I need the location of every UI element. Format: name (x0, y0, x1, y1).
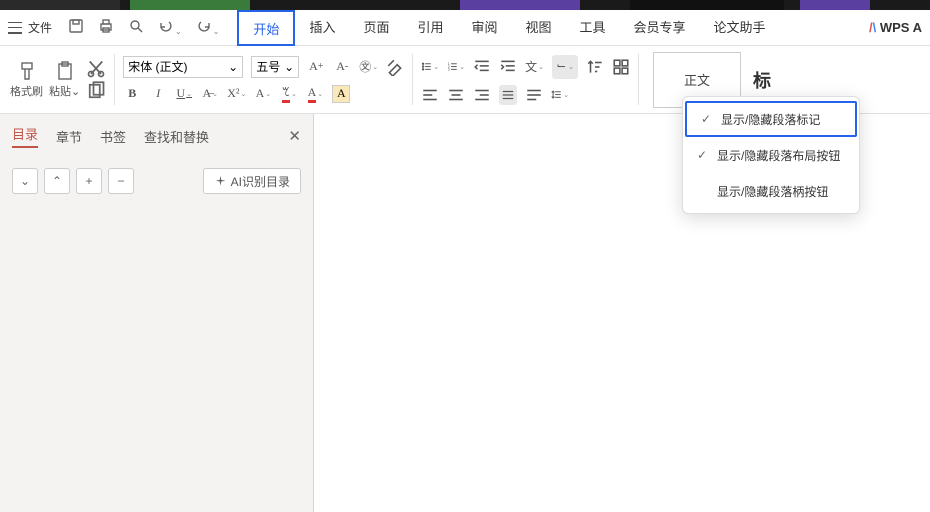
number-list-icon[interactable]: 123⌄ (447, 57, 465, 77)
title-bar-dark (0, 0, 930, 10)
ai-toc-button[interactable]: AI识别目录 (203, 168, 301, 194)
side-tab-chapter[interactable]: 章节 (56, 127, 82, 146)
tab-start[interactable]: 开始 (237, 10, 295, 46)
italic-icon[interactable]: I (149, 84, 167, 104)
wps-ai-label[interactable]: /\ WPS A (869, 20, 922, 35)
app-menu-icon[interactable] (8, 22, 22, 34)
navigation-panel: 目录 章节 书签 查找和替换 ✕ ⌄ ⌃ + − AI识别目录 (0, 114, 314, 512)
paste-button[interactable]: 粘贴⌄ (49, 61, 80, 99)
sort-icon[interactable] (586, 57, 604, 77)
tab-reference[interactable]: 引用 (403, 10, 457, 46)
chevron-down-icon: ⌄ (228, 60, 238, 74)
svg-text:3: 3 (448, 68, 450, 72)
tab-review[interactable]: 审阅 (457, 10, 511, 46)
superscript-icon[interactable]: X²⌄ (227, 84, 246, 104)
side-tab-bookmark[interactable]: 书签 (100, 127, 126, 146)
print-icon[interactable] (98, 18, 114, 37)
font-size-value: 五号 (256, 58, 280, 75)
line-spacing-icon[interactable]: ⌄ (551, 85, 569, 105)
save-icon[interactable] (68, 18, 84, 37)
phonetic-guide-icon[interactable]: ㉆⌄ (359, 57, 378, 77)
chevron-down-icon: ⌄ (20, 174, 30, 188)
decrease-indent-icon[interactable] (473, 57, 491, 77)
bold-icon[interactable]: B (123, 84, 141, 104)
add-button[interactable]: + (76, 168, 102, 194)
copy-icon[interactable] (86, 81, 106, 101)
format-brush-button[interactable]: 格式刷 (10, 61, 43, 99)
strikethrough-icon[interactable]: A̶⌄ (201, 84, 219, 104)
paragraph-mark-dropdown: ✓ 显示/隐藏段落标记 ✓ 显示/隐藏段落布局按钮 显示/隐藏段落柄按钮 (682, 96, 860, 214)
clear-format-icon[interactable] (386, 57, 404, 77)
tab-member[interactable]: 会员专享 (620, 10, 700, 46)
align-left-icon[interactable] (421, 85, 439, 105)
sparkle-icon (214, 175, 227, 188)
char-shading-icon[interactable]: A (332, 85, 350, 103)
distribute-icon[interactable] (525, 85, 543, 105)
text-effect-icon[interactable]: A⌄ (254, 84, 272, 104)
tab-page[interactable]: 页面 (349, 10, 403, 46)
undo-icon[interactable]: ⌄ (158, 18, 182, 37)
style-title[interactable]: 标 (753, 67, 771, 93)
paste-label: 粘贴⌄ (49, 83, 80, 99)
align-justify-icon[interactable] (499, 85, 517, 105)
font-name-value: 宋体 (正文) (128, 58, 187, 75)
dd-item-show-hide-handle[interactable]: 显示/隐藏段落柄按钮 (683, 173, 859, 209)
check-icon: ✓ (695, 148, 709, 162)
cut-icon[interactable] (86, 59, 106, 79)
underline-icon[interactable]: U⌄ (175, 84, 193, 104)
dd-item-label: 显示/隐藏段落标记 (721, 111, 820, 128)
check-icon: ✓ (699, 112, 713, 126)
expand-down-button[interactable]: ⌄ (12, 168, 38, 194)
quick-access-toolbar: ⌄ ⌄ (68, 18, 219, 37)
select-all-icon[interactable] (612, 57, 630, 77)
bullet-list-icon[interactable]: ⌄ (421, 57, 439, 77)
text-direction-icon[interactable]: 文⌄ (525, 57, 544, 77)
menu-bar: 文件 ⌄ ⌄ 开始 插入 页面 引用 审阅 视图 工具 会员专享 论文助手 /\… (0, 10, 930, 46)
dd-item-label: 显示/隐藏段落布局按钮 (717, 147, 840, 164)
dd-item-label: 显示/隐藏段落柄按钮 (717, 183, 828, 200)
print-preview-icon[interactable] (128, 18, 144, 37)
font-size-select[interactable]: 五号 ⌄ (251, 56, 299, 78)
chevron-up-icon: ⌃ (52, 174, 62, 188)
highlight-icon[interactable]: ꕎ⌄ (280, 84, 298, 104)
font-color-icon[interactable]: A⌄ (306, 84, 324, 104)
chevron-down-icon: ⌄ (284, 60, 294, 74)
paragraph-mark-icon[interactable]: ⌄ (556, 57, 574, 77)
dd-item-show-hide-layout[interactable]: ✓ 显示/隐藏段落布局按钮 (683, 137, 859, 173)
ribbon-tabs: 开始 插入 页面 引用 审阅 视图 工具 会员专享 论文助手 (237, 10, 779, 46)
tab-tools[interactable]: 工具 (566, 10, 620, 46)
tab-view[interactable]: 视图 (512, 10, 566, 46)
dd-item-show-hide-marks[interactable]: ✓ 显示/隐藏段落标记 (685, 101, 857, 137)
side-tab-find-replace[interactable]: 查找和替换 (144, 127, 209, 146)
remove-button[interactable]: − (108, 168, 134, 194)
tab-thesis[interactable]: 论文助手 (700, 10, 780, 46)
align-right-icon[interactable] (473, 85, 491, 105)
font-name-select[interactable]: 宋体 (正文) ⌄ (123, 56, 243, 78)
redo-icon[interactable]: ⌄ (196, 18, 220, 37)
close-panel-icon[interactable]: ✕ (288, 127, 301, 145)
align-center-icon[interactable] (447, 85, 465, 105)
increase-indent-icon[interactable] (499, 57, 517, 77)
format-brush-label: 格式刷 (10, 83, 43, 99)
tab-insert[interactable]: 插入 (295, 10, 349, 46)
side-tab-toc[interactable]: 目录 (12, 124, 38, 148)
collapse-up-button[interactable]: ⌃ (44, 168, 70, 194)
plus-icon: + (85, 174, 92, 188)
ai-toc-label: AI识别目录 (231, 173, 290, 190)
decrease-font-icon[interactable]: A- (333, 57, 351, 77)
file-menu[interactable]: 文件 (28, 19, 52, 36)
minus-icon: − (117, 174, 124, 188)
increase-font-icon[interactable]: A+ (307, 57, 325, 77)
